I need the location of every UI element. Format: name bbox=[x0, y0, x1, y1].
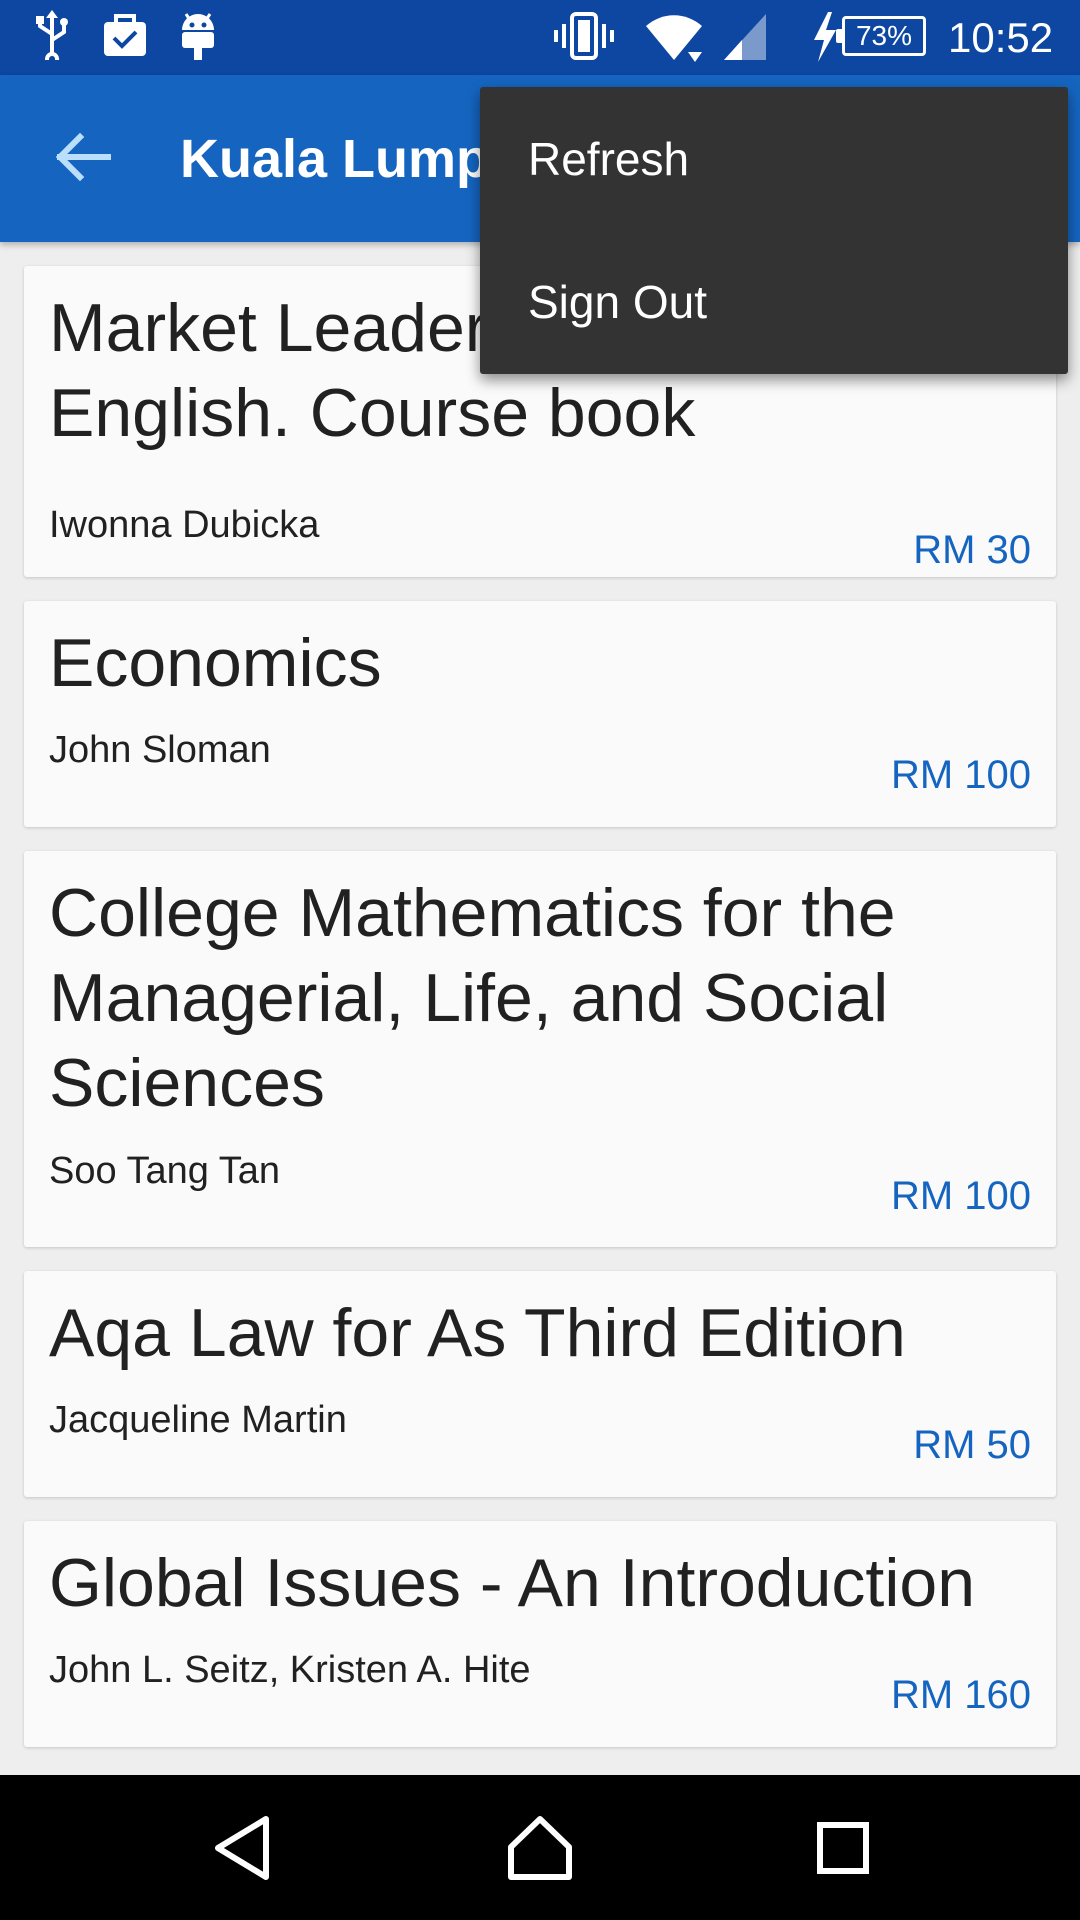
book-author: Iwonna Dubicka bbox=[49, 504, 320, 546]
book-price: RM 30 bbox=[913, 528, 1031, 572]
book-author: Soo Tang Tan bbox=[49, 1150, 281, 1192]
android-debug-icon bbox=[178, 10, 218, 67]
recents-icon[interactable] bbox=[808, 1813, 878, 1888]
usb-icon bbox=[34, 10, 70, 66]
book-card[interactable]: Global Issues - An Introduction John L. … bbox=[24, 1521, 1056, 1747]
cell-signal-icon bbox=[720, 10, 770, 69]
book-card[interactable]: College Mathematics for the Managerial, … bbox=[24, 851, 1056, 1247]
back-triangle-icon[interactable] bbox=[208, 1813, 278, 1888]
navigation-bar bbox=[0, 1775, 1080, 1920]
book-list[interactable]: Market Leader Business English. Course b… bbox=[0, 242, 1080, 1775]
wifi-icon bbox=[644, 10, 706, 69]
book-author: Jacqueline Martin bbox=[49, 1399, 347, 1441]
book-author: John L. Seitz, Kristen A. Hite bbox=[49, 1649, 531, 1691]
home-icon[interactable] bbox=[505, 1813, 575, 1888]
page-title: Kuala Lumpur bbox=[180, 129, 480, 189]
clock: 10:52 bbox=[948, 14, 1054, 61]
battery-icon: 73% bbox=[836, 16, 926, 56]
menu-item-sign-out[interactable]: Sign Out bbox=[528, 274, 707, 330]
book-card[interactable]: Aqa Law for As Third Edition Jacqueline … bbox=[24, 1271, 1056, 1497]
book-price: RM 160 bbox=[890, 1673, 1031, 1717]
charging-icon bbox=[810, 10, 838, 69]
vibrate-icon bbox=[554, 10, 614, 67]
menu-item-refresh[interactable]: Refresh bbox=[528, 131, 689, 187]
overflow-menu: Refresh Sign Out bbox=[480, 87, 1068, 374]
book-title: Aqa Law for As Third Edition bbox=[49, 1295, 906, 1371]
book-price: RM 100 bbox=[890, 1174, 1031, 1218]
book-title: Economics bbox=[49, 625, 382, 701]
shopping-bag-icon bbox=[102, 10, 148, 65]
book-author: John Sloman bbox=[49, 729, 271, 771]
arrow-back-icon[interactable] bbox=[52, 125, 116, 189]
book-title: College Mathematics for the Managerial, … bbox=[49, 875, 896, 1121]
book-price: RM 50 bbox=[913, 1423, 1031, 1467]
book-title: Global Issues - An Introduction bbox=[49, 1545, 976, 1621]
book-card[interactable]: Economics John Sloman RM 100 bbox=[24, 601, 1056, 827]
status-bar: 73% 10:52 bbox=[0, 0, 1080, 75]
book-price: RM 100 bbox=[890, 753, 1031, 797]
